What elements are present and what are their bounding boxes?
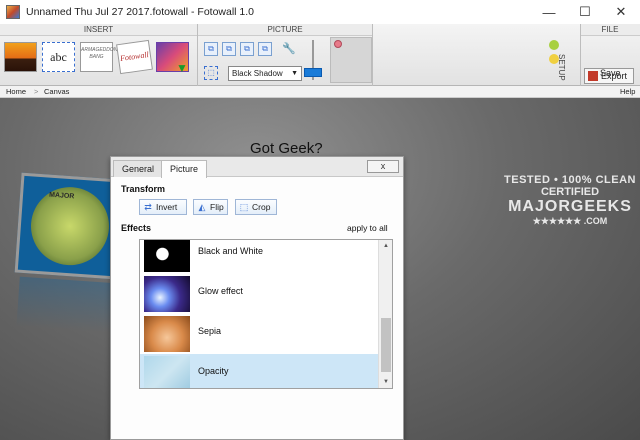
crop-icon: ⬚ [239, 202, 249, 212]
canvas-title[interactable]: Got Geek? [250, 140, 340, 157]
help-link[interactable]: Help [620, 86, 635, 98]
effect-thumbnail [144, 276, 190, 312]
invert-label: Invert [156, 202, 178, 212]
ribbon-divider [580, 24, 581, 86]
effect-name: Opacity [198, 366, 229, 376]
insert-picture-button[interactable] [4, 42, 37, 72]
grid-indicator-icon [334, 40, 342, 48]
arrange-front-icon[interactable]: ⧉ [204, 42, 218, 56]
watermark: TESTED • 100% CLEAN CERTIFIED MAJORGEEKS… [500, 174, 640, 254]
picture-section-label: PICTURE [198, 24, 372, 36]
list-item[interactable]: Glow effect [140, 274, 378, 314]
window-title: Unnamed Thu Jul 27 2017.fotowall - Fotow… [26, 6, 255, 18]
dialog-tabs: General Picture x [111, 157, 403, 178]
scrollbar-thumb[interactable] [381, 318, 391, 372]
title-bar: Unnamed Thu Jul 27 2017.fotowall - Fotow… [0, 0, 640, 24]
insert-section-label: INSERT [0, 24, 197, 36]
crop-frame-icon[interactable]: ⬚ [204, 66, 218, 80]
flip-button[interactable]: ◭ Flip [193, 199, 228, 215]
breadcrumb-separator: > [34, 87, 39, 96]
effect-thumbnail [144, 356, 190, 388]
invert-icon: ⇄ [144, 202, 152, 212]
dialog-close-button[interactable]: x [367, 160, 399, 173]
tab-picture[interactable]: Picture [161, 160, 208, 178]
list-item[interactable]: Sepia [140, 314, 378, 354]
effect-thumbnail [144, 240, 190, 272]
watermark-line3: MAJORGEEKS [508, 198, 632, 215]
arrange-lower-icon[interactable]: ⧉ [240, 42, 254, 56]
picture-properties-dialog: General Picture x Transform ⇄ Invert ◭ F… [110, 156, 404, 440]
flip-icon: ◭ [198, 202, 206, 212]
export-icon [588, 71, 598, 81]
tab-general[interactable]: General [113, 160, 164, 177]
insert-fotowall-button[interactable]: Fotowall [116, 39, 153, 75]
ribbon-divider [197, 24, 198, 86]
insert-text-button[interactable]: abc [42, 42, 75, 72]
watermark-line4: ★★★★★★ .COM [532, 216, 608, 226]
breadcrumb-home[interactable]: Home [6, 86, 26, 98]
ribbon: INSERT PICTURE FILE abc ARMAGEDDON BANG … [0, 24, 640, 86]
effect-thumbnail [144, 316, 190, 352]
breadcrumb: Home > Canvas Help [0, 86, 640, 98]
opacity-slider-thumb[interactable] [304, 68, 322, 77]
list-item[interactable]: Black and White [140, 240, 378, 274]
watermark-line2: CERTIFIED [540, 186, 600, 198]
effects-title: Effects [121, 223, 152, 233]
save-button[interactable]: Save [600, 68, 621, 78]
close-button[interactable]: ✕ [598, 0, 640, 24]
apply-to-all-link[interactable]: apply to all [347, 223, 388, 233]
shadow-select[interactable]: Black Shadow ▼ [228, 66, 302, 81]
crop-button[interactable]: ⬚ Crop [235, 199, 277, 215]
wrench-icon[interactable]: 🔧 [282, 42, 296, 55]
arrange-raise-icon[interactable]: ⧉ [222, 42, 236, 56]
ribbon-divider [372, 24, 373, 86]
list-item-selected[interactable]: Opacity [140, 354, 378, 388]
setup-label[interactable]: SETUP [557, 54, 566, 81]
scroll-up-icon[interactable]: ▲ [379, 240, 392, 252]
photo-reflection [16, 276, 120, 334]
invert-button[interactable]: ⇄ Invert [139, 199, 187, 215]
watermark-line1: TESTED • 100% CLEAN [504, 174, 636, 186]
file-section-label: FILE [580, 24, 640, 36]
effect-name: Sepia [198, 326, 222, 336]
smiley-icon[interactable] [549, 40, 559, 50]
crop-label: Crop [252, 202, 271, 212]
effects-list[interactable]: Black and White Glow effect Sepia Opacit… [139, 239, 393, 389]
app-icon [6, 5, 20, 19]
flip-label: Flip [210, 202, 224, 212]
photo-card[interactable]: MAJOR [14, 172, 122, 280]
download-arrow-icon: ▼ [176, 61, 188, 75]
scroll-down-icon[interactable]: ▼ [379, 376, 392, 388]
effects-scrollbar[interactable]: ▲ ▼ [378, 240, 392, 388]
transform-title: Transform [121, 184, 166, 194]
breadcrumb-canvas[interactable]: Canvas [44, 86, 69, 98]
insert-wordart-button[interactable]: ARMAGEDDON BANG [80, 42, 117, 72]
effect-name: Glow effect [198, 286, 243, 296]
arrange-back-icon[interactable]: ⧉ [258, 42, 272, 56]
chevron-down-icon: ▼ [291, 70, 298, 77]
effect-name: Black and White [198, 246, 264, 256]
shadow-select-value: Black Shadow [232, 69, 283, 78]
